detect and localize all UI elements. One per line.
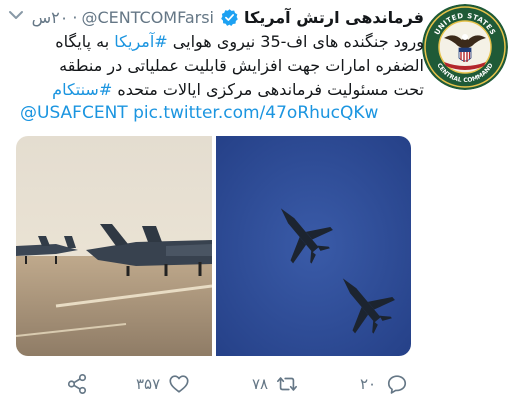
retweet-icon — [277, 377, 298, 391]
retweet-count: ۷۸ — [252, 375, 269, 393]
tweet-card[interactable]: فرماندهی ارتش آمریکا @CENTCOMFarsi · ۲۰س… — [0, 0, 520, 408]
heart-icon — [169, 375, 189, 393]
retweet-button[interactable]: ۷۸ — [252, 372, 298, 396]
photo-f35-on-runway[interactable] — [16, 136, 212, 356]
tweet-actions: ۳۵۷ ۷۸ ۲۰ — [0, 364, 520, 404]
like-button[interactable]: ۳۵۷ — [136, 372, 190, 396]
share-button[interactable] — [66, 372, 88, 396]
hashtag-link[interactable]: #آمریکا — [114, 32, 167, 51]
avatar[interactable]: UNITED STATES CENTRAL COMMAND — [422, 4, 508, 90]
reply-button[interactable]: ۲۰ — [360, 372, 408, 396]
reply-icon — [388, 375, 407, 394]
share-icon — [67, 374, 87, 394]
media-grid — [16, 136, 411, 356]
verified-badge-icon — [221, 8, 238, 26]
mention-and-media-link[interactable]: @USAFCENT pic.twitter.com/47oRhucQKw — [20, 103, 378, 123]
hashtag-link[interactable]: #سنتکام — [52, 80, 112, 99]
reply-count: ۲۰ — [360, 375, 377, 393]
centcom-seal-logo: UNITED STATES CENTRAL COMMAND — [422, 4, 508, 90]
tweet-text-part: ورود جنگنده های اف-35 نیروی هوایی — [167, 32, 424, 51]
display-name[interactable]: فرماندهی ارتش آمریکا — [244, 8, 424, 27]
chevron-down-icon[interactable] — [8, 8, 24, 22]
like-count: ۳۵۷ — [136, 375, 161, 393]
photo-f35-in-flight[interactable] — [216, 136, 411, 356]
user-handle[interactable]: @CENTCOMFarsi — [81, 8, 214, 27]
tweet-timestamp[interactable]: ۲۰س — [32, 8, 69, 27]
tweet-header: فرماندهی ارتش آمریکا @CENTCOMFarsi · ۲۰س — [32, 4, 424, 30]
header-separator: · — [72, 7, 78, 27]
tweet-text: ورود جنگنده های اف-35 نیروی هوایی #آمریک… — [24, 30, 424, 102]
